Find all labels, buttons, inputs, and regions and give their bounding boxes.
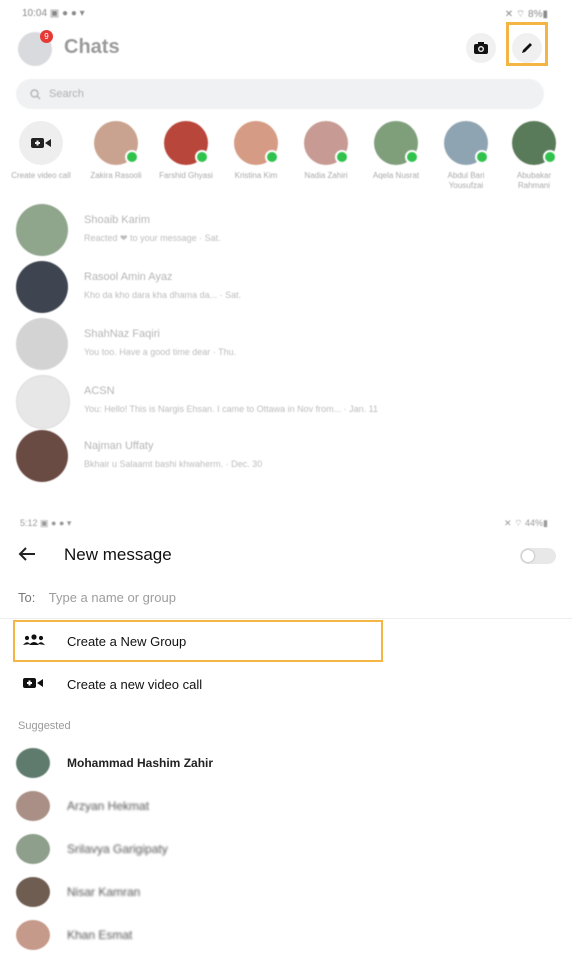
contact-avatar [16, 834, 50, 864]
highlight-create-group [13, 620, 383, 662]
chat-preview: Reacted ❤ to your message · Sat. [84, 233, 221, 243]
chat-preview: You too. Have a good time dear · Thu. [84, 347, 237, 357]
suggested-heading: Suggested [18, 720, 71, 732]
story-name: Farshid Ghyasi [159, 171, 213, 180]
chat-avatar [16, 204, 68, 256]
story-name: Kristina Kim [234, 171, 278, 180]
suggested-contact[interactable]: Mohammad Hashim Zahir [16, 748, 536, 778]
create-video-call-button[interactable]: Create a new video call [22, 672, 382, 696]
story-name: Nadia Zahiri [304, 171, 348, 180]
back-button[interactable] [18, 544, 36, 567]
stories-row: Zakira Rasooli Farshid Ghyasi Kristina K… [0, 121, 572, 196]
story-avatar [304, 121, 349, 165]
contact-name: Arzyan Hekmat [67, 799, 150, 813]
page-title: Chats [64, 36, 120, 58]
status-bar-right: ✕ ⌔ 44%▮ [504, 518, 548, 528]
chat-row[interactable]: Rasool Amin Ayaz Kho da kho dara kha dha… [16, 261, 556, 313]
suggested-contact[interactable]: Arzyan Hekmat [16, 791, 536, 821]
search-icon [30, 88, 41, 99]
new-message-screen: 5:12 ▣ ● ● ▾ ✕ ⌔ 44%▮ New message To: Ty… [0, 510, 572, 970]
contact-name: Khan Esmat [67, 928, 133, 942]
highlight-new-message [506, 22, 548, 66]
chat-avatar [16, 375, 70, 429]
chat-row[interactable]: ShahNaz Faqiri You too. Have a good time… [16, 318, 556, 370]
story-avatar [164, 121, 209, 165]
chat-avatar [16, 430, 68, 482]
story-avatar [94, 121, 139, 165]
story-name: Zakira Rasooli [90, 171, 142, 180]
divider [0, 618, 572, 619]
secret-chat-toggle[interactable] [520, 548, 556, 564]
contact-avatar [16, 791, 50, 821]
story-avatar [512, 121, 557, 165]
chat-avatar [16, 261, 68, 313]
status-bar-right: ✕ ⌔ 8%▮ [504, 9, 548, 20]
chat-row[interactable]: ACSN You: Hello! This is Nargis Ehsan. I… [16, 375, 556, 429]
chat-row[interactable]: Shoaib Karim Reacted ❤ to your message ·… [16, 204, 556, 256]
search-placeholder: Search [49, 88, 84, 100]
story-item[interactable]: Zakira Rasooli [84, 121, 148, 181]
toggle-knob [522, 550, 534, 562]
online-indicator [475, 150, 489, 164]
story-item[interactable]: Aqela Nusrat [364, 121, 428, 181]
online-indicator [265, 150, 279, 164]
notification-badge: 9 [40, 30, 53, 43]
chat-preview: You: Hello! This is Nargis Ehsan. I came… [84, 404, 378, 414]
camera-icon [474, 42, 488, 54]
online-indicator [195, 150, 209, 164]
story-name: Aqela Nusrat [372, 171, 420, 180]
page-title: New message [64, 545, 172, 564]
create-video-label: Create a new video call [67, 676, 203, 692]
chat-name: ShahNaz Faqiri [84, 328, 160, 340]
story-avatar [444, 121, 489, 165]
contact-name: Mohammad Hashim Zahir [67, 756, 214, 770]
search-bar[interactable]: Search [16, 79, 544, 109]
online-indicator [405, 150, 419, 164]
contact-avatar [16, 920, 50, 950]
suggested-contact[interactable]: Srilavya Garigipaty [16, 834, 536, 864]
story-name: Abubakar Rahmani [516, 171, 552, 190]
status-bar-left: 10:04 ▣ ● ● ▾ [22, 8, 85, 19]
chat-name: ACSN [84, 385, 115, 397]
online-indicator [125, 150, 139, 164]
back-arrow-icon [18, 547, 35, 561]
contact-name: Srilavya Garigipaty [67, 842, 168, 856]
contact-avatar [16, 748, 50, 778]
story-item[interactable]: Abubakar Rahmani [502, 121, 566, 191]
story-item[interactable]: Farshid Ghyasi [154, 121, 218, 181]
chat-row[interactable]: Najman Uffaty Bkhair u Salaamt bashi khw… [16, 430, 556, 482]
chat-preview: Kho da kho dara kha dhama da... · Sat. [84, 290, 242, 300]
chat-preview: Bkhair u Salaamt bashi khwaherm. · Dec. … [84, 459, 263, 469]
story-avatar [234, 121, 279, 165]
contact-avatar [16, 877, 50, 907]
contact-name: Nisar Kamran [67, 885, 141, 899]
online-indicator [335, 150, 349, 164]
video-call-icon [22, 676, 50, 692]
story-avatar [374, 121, 419, 165]
chat-name: Shoaib Karim [84, 214, 151, 226]
suggested-contact[interactable]: Khan Esmat [16, 920, 536, 950]
chats-screen: 10:04 ▣ ● ● ▾ ✕ ⌔ 8%▮ 9 Chats Search Cre… [0, 0, 572, 482]
story-item[interactable]: Abdul Bari Yousufzai [434, 121, 498, 191]
story-item[interactable]: Nadia Zahiri [294, 121, 358, 181]
chat-name: Rasool Amin Ayaz [84, 271, 173, 283]
to-placeholder: Type a name or group [48, 590, 176, 605]
to-field[interactable]: To: Type a name or group [18, 590, 176, 605]
camera-button[interactable] [466, 33, 496, 63]
status-bar-left: 5:12 ▣ ● ● ▾ [20, 518, 72, 528]
suggested-contact[interactable]: Nisar Kamran [16, 877, 536, 907]
to-label: To: [18, 590, 36, 605]
story-item[interactable]: Kristina Kim [224, 121, 288, 181]
story-name: Abdul Bari Yousufzai [447, 171, 485, 190]
chat-avatar [16, 318, 68, 370]
online-indicator [543, 150, 557, 164]
chat-name: Najman Uffaty [84, 440, 154, 452]
